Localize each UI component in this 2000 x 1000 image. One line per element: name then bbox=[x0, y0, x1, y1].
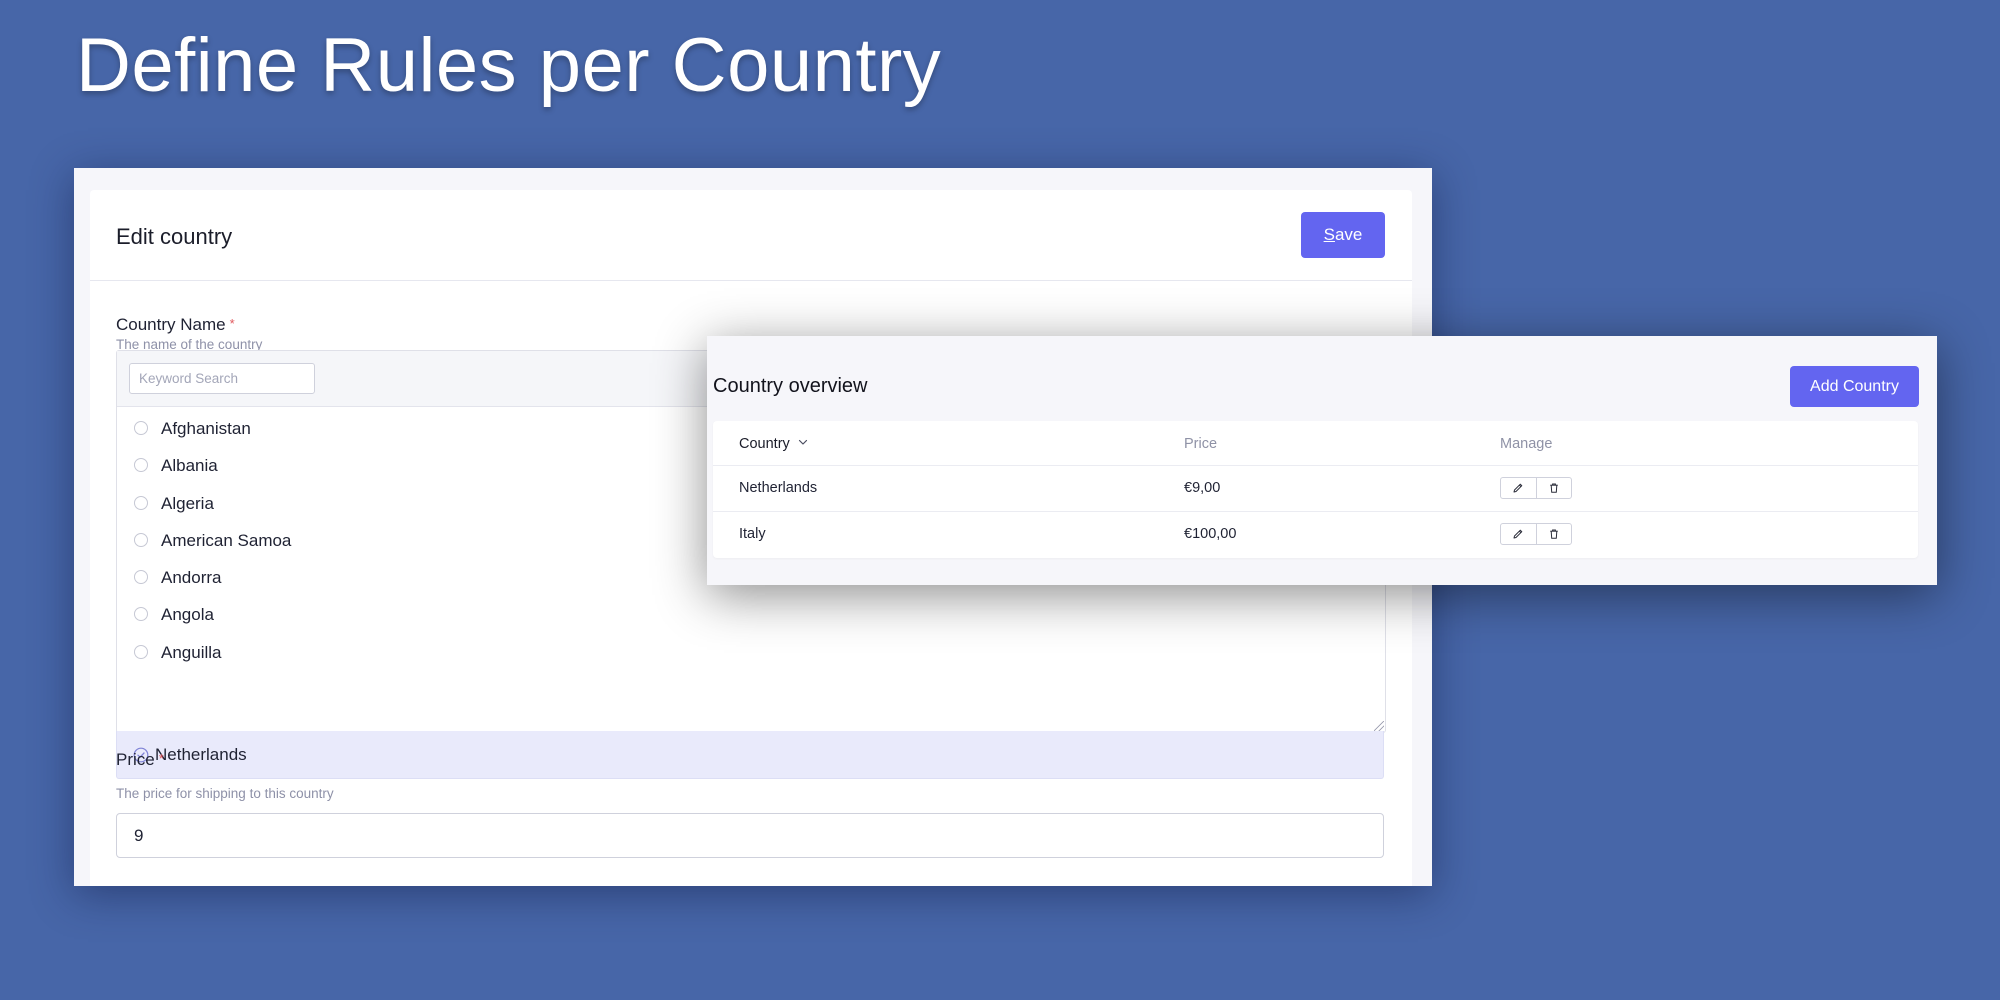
save-label-rest: ave bbox=[1334, 225, 1363, 244]
radio-icon[interactable] bbox=[134, 570, 148, 585]
price-help: The price for shipping to this country bbox=[116, 786, 334, 801]
trash-icon bbox=[1549, 483, 1558, 493]
table-row: Netherlands €9,00 bbox=[713, 466, 1918, 512]
column-header-manage: Manage bbox=[1500, 436, 1553, 452]
selected-country-bar[interactable]: Netherlands bbox=[116, 731, 1384, 779]
radio-icon[interactable] bbox=[134, 607, 148, 622]
delete-row-button[interactable] bbox=[1535, 478, 1572, 498]
country-option-label: Albania bbox=[161, 456, 218, 476]
price-label-text: Price bbox=[116, 750, 155, 769]
country-option-label: Andorra bbox=[161, 568, 222, 588]
column-header-price: Price bbox=[1184, 436, 1218, 452]
manage-button-group bbox=[1500, 523, 1572, 545]
save-button[interactable]: Save bbox=[1301, 212, 1385, 258]
selected-country-text: Netherlands bbox=[155, 745, 247, 764]
country-option-label: Angola bbox=[161, 605, 214, 625]
column-header-country-label: Country bbox=[739, 436, 790, 452]
edit-row-button[interactable] bbox=[1501, 524, 1536, 544]
pencil-icon bbox=[1513, 529, 1523, 539]
column-header-country[interactable]: Country bbox=[739, 436, 808, 452]
edit-country-title: Edit country bbox=[116, 224, 233, 249]
country-table: Country Price Manage Netherlands €9,00 Ita… bbox=[713, 421, 1918, 558]
row-country: Italy bbox=[739, 526, 766, 542]
price-input[interactable] bbox=[116, 813, 1384, 858]
table-header: Country Price Manage bbox=[713, 421, 1918, 466]
edit-country-header: Edit country Save bbox=[90, 190, 1412, 281]
country-option[interactable]: Angola bbox=[117, 593, 1385, 630]
row-price: €100,00 bbox=[1184, 526, 1237, 542]
price-label: Price * bbox=[116, 750, 164, 770]
manage-button-group bbox=[1500, 477, 1572, 499]
delete-row-button[interactable] bbox=[1535, 524, 1572, 544]
page-headline: Define Rules per Country bbox=[76, 23, 942, 108]
country-name-label-text: Country Name bbox=[116, 315, 226, 334]
save-accesskey-letter: S bbox=[1323, 225, 1335, 244]
required-mark: * bbox=[229, 316, 235, 331]
trash-icon bbox=[1549, 529, 1558, 539]
resize-handle[interactable] bbox=[1374, 721, 1384, 731]
keyword-search-input[interactable] bbox=[129, 363, 315, 394]
row-country: Netherlands bbox=[739, 480, 818, 496]
country-option-label: Algeria bbox=[161, 493, 214, 513]
row-price: €9,00 bbox=[1184, 480, 1221, 496]
country-option-label: Anguilla bbox=[161, 642, 222, 662]
country-overview-window: Country overview Add Country Country Pri… bbox=[707, 336, 1937, 585]
radio-icon[interactable] bbox=[134, 458, 148, 473]
chevron-down-icon bbox=[798, 439, 807, 445]
edit-row-button[interactable] bbox=[1501, 478, 1536, 498]
table-row: Italy €100,00 bbox=[713, 512, 1918, 557]
radio-icon[interactable] bbox=[134, 644, 148, 659]
radio-icon[interactable] bbox=[134, 421, 148, 435]
country-option-label: Afghanistan bbox=[161, 419, 251, 438]
country-option[interactable]: Anguilla bbox=[117, 631, 1385, 668]
country-option-label: American Samoa bbox=[161, 530, 292, 550]
pencil-icon bbox=[1513, 483, 1523, 493]
required-mark: * bbox=[158, 751, 164, 766]
add-country-button[interactable]: Add Country bbox=[1790, 366, 1919, 407]
country-name-label: Country Name * bbox=[116, 315, 235, 335]
radio-icon[interactable] bbox=[134, 532, 148, 547]
overview-title: Country overview bbox=[713, 375, 868, 397]
table-body: Netherlands €9,00 Italy €100,00 bbox=[713, 466, 1918, 557]
radio-icon[interactable] bbox=[134, 495, 148, 510]
